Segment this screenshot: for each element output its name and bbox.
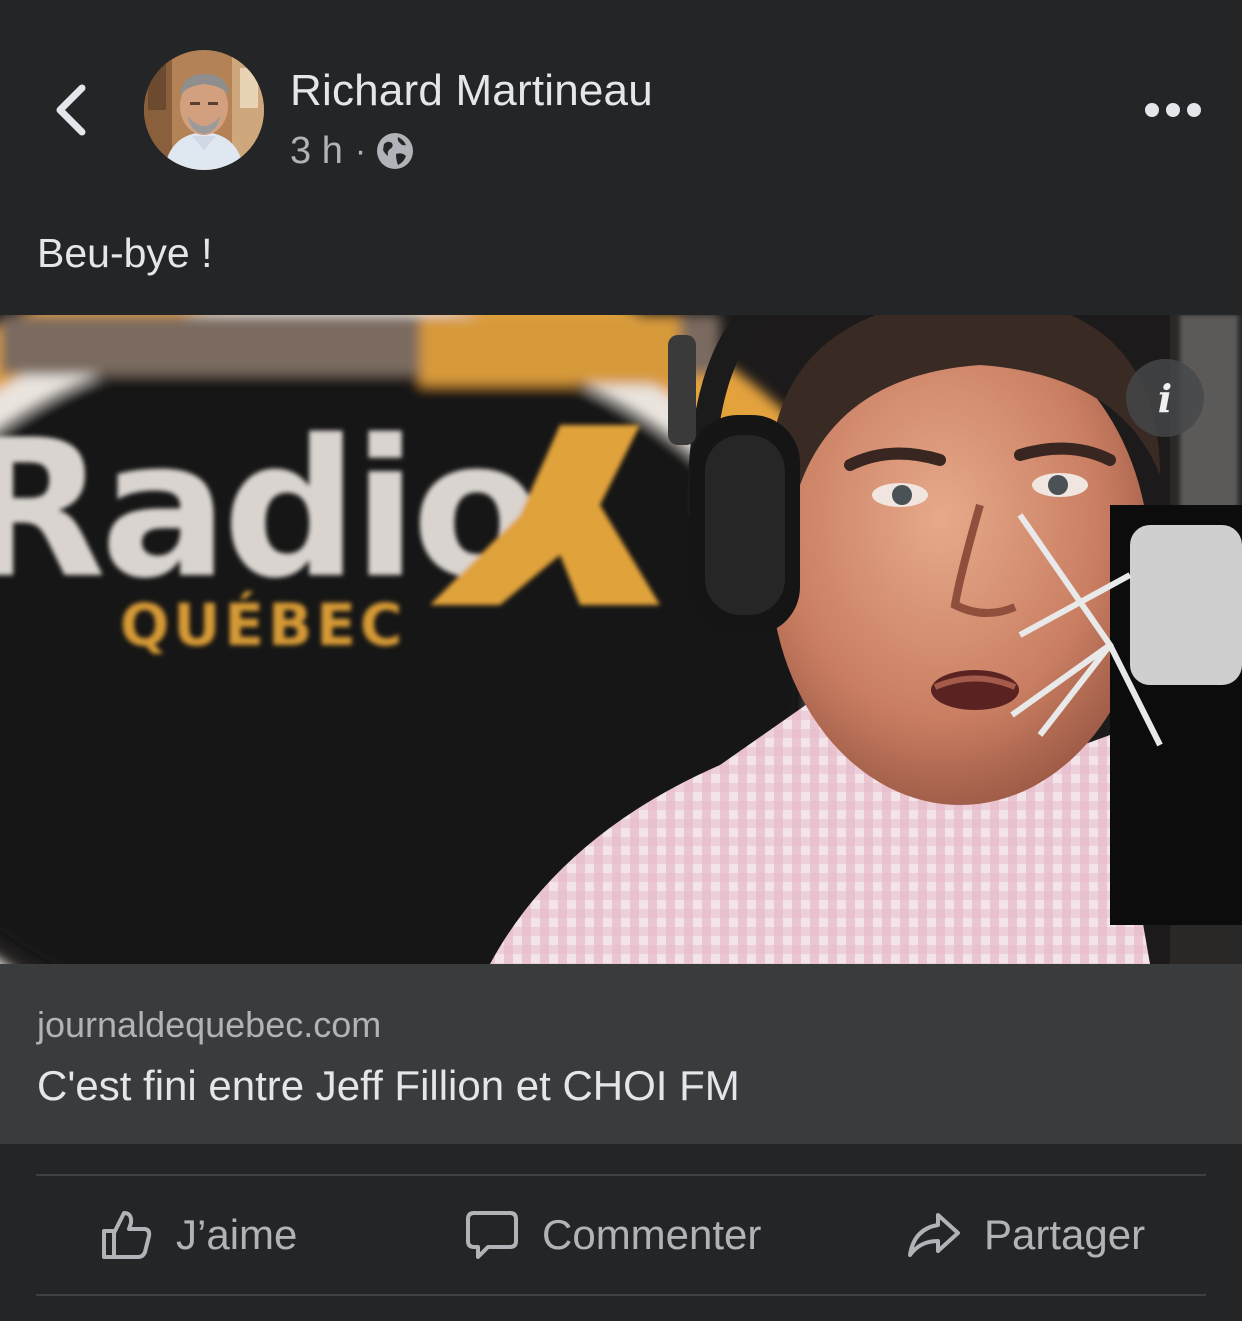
svg-text:QUÉBEC: QUÉBEC <box>120 590 406 659</box>
link-domain: journaldequebec.com <box>37 1004 382 1045</box>
post-text: Beu-bye ! <box>37 230 213 276</box>
thumbs-up-icon <box>102 1211 152 1259</box>
article-photo: Radio QUÉBEC <box>0 315 1242 964</box>
back-button[interactable] <box>44 78 100 142</box>
comment-bubble-icon <box>466 1211 518 1259</box>
globe-icon <box>376 132 414 170</box>
like-button[interactable]: J’aime <box>98 1177 297 1293</box>
comment-button[interactable]: Commenter <box>464 1177 761 1293</box>
action-bar: J’aime Commenter Partager <box>0 1177 1242 1293</box>
link-image[interactable]: Radio QUÉBEC i <box>0 315 1242 964</box>
info-button[interactable]: i <box>1126 359 1204 437</box>
post-time[interactable]: 3 h <box>290 130 343 173</box>
avatar[interactable] <box>144 50 264 170</box>
divider-top <box>36 1174 1206 1176</box>
divider-bottom <box>36 1294 1206 1296</box>
post-header: Richard Martineau 3 h · <box>0 0 1242 200</box>
share-label: Partager <box>984 1211 1146 1258</box>
avatar-photo <box>144 50 264 170</box>
info-icon: i <box>1157 375 1173 421</box>
more-options-button[interactable] <box>1136 90 1210 130</box>
link-caption[interactable]: journaldequebec.com C'est fini entre Jef… <box>0 964 1242 1144</box>
like-label: J’aime <box>176 1211 298 1258</box>
author-name[interactable]: Richard Martineau <box>290 66 653 116</box>
meta-separator: · <box>354 131 367 170</box>
share-button[interactable]: Partager <box>906 1177 1145 1293</box>
link-preview-card[interactable]: Radio QUÉBEC i journaldequebec.com C'est… <box>0 315 1242 1144</box>
link-title[interactable]: C'est fini entre Jeff Fillion et CHOI FM <box>37 1062 740 1110</box>
post-meta: 3 h · <box>290 128 414 174</box>
share-arrow-icon <box>908 1213 960 1257</box>
chevron-left-icon <box>56 84 86 136</box>
more-horizontal-icon <box>1145 103 1201 117</box>
comment-label: Commenter <box>542 1211 762 1258</box>
